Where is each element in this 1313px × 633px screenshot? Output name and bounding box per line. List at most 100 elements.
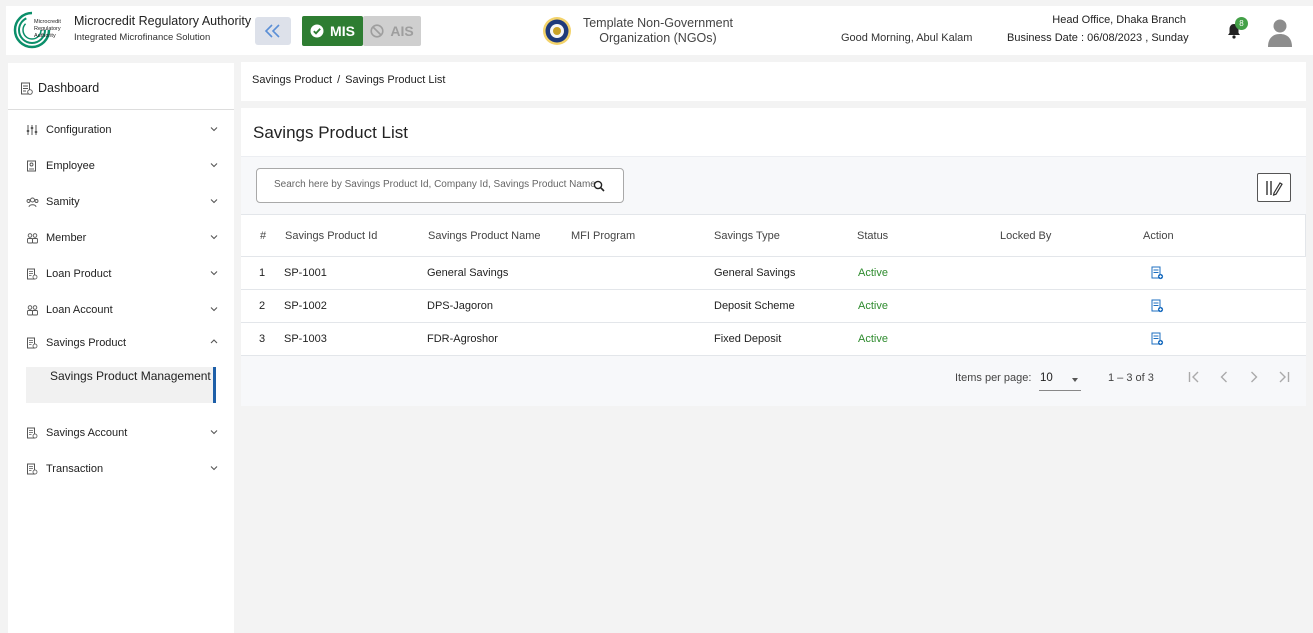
logo-text-line-1: Microcredit <box>34 19 61 25</box>
savings-product-list-card: Savings Product List # Savings Product I… <box>241 108 1306 406</box>
cell-status: Active <box>858 333 888 345</box>
sidebar-item-label: Loan Product <box>46 268 112 280</box>
chevron-down-icon <box>210 199 218 204</box>
chevron-down-icon <box>210 235 218 240</box>
sidebar-item-member[interactable]: Member <box>25 228 219 248</box>
ais-toggle-button[interactable]: AIS <box>363 16 421 46</box>
sidebar-item-label: Configuration <box>46 124 112 136</box>
search-icon[interactable] <box>593 180 605 192</box>
cell-name: DPS-Jagoron <box>427 300 494 312</box>
cell-type: General Savings <box>714 267 796 279</box>
breadcrumb-parent-link[interactable]: Savings Product <box>252 74 332 86</box>
table-row[interactable]: 2 SP-1002 DPS-Jagoron Deposit Scheme Act… <box>241 290 1306 323</box>
caret-down-icon <box>1072 378 1078 382</box>
breadcrumb: Savings Product / Savings Product List <box>252 74 445 86</box>
sidebar-item-samity[interactable]: Samity <box>25 192 219 212</box>
cell-no: 1 <box>259 267 266 279</box>
edit-document-icon[interactable] <box>1151 266 1164 280</box>
next-page-icon[interactable] <box>1246 369 1262 385</box>
chevron-up-icon <box>210 339 218 344</box>
business-date: Business Date : 06/08/2023 , Sunday <box>1007 32 1189 44</box>
document-icon <box>25 462 39 476</box>
column-header-type[interactable]: Savings Type <box>714 230 780 242</box>
collapse-sidebar-button[interactable] <box>255 17 291 45</box>
column-header-status[interactable]: Status <box>857 230 888 242</box>
cell-id: SP-1002 <box>284 300 327 312</box>
column-edit-icon <box>1266 180 1283 196</box>
column-header-locked-by[interactable]: Locked By <box>1000 230 1051 242</box>
org-name: Template Non-Government Organization (NG… <box>578 16 738 46</box>
sidebar-item-loan-product[interactable]: Loan Product <box>25 264 219 284</box>
column-header-program[interactable]: MFI Program <box>571 230 635 242</box>
sidebar-item-label: Transaction <box>46 463 104 475</box>
sidebar-item-label: Savings Product <box>46 337 127 349</box>
sidebar-divider <box>8 109 234 110</box>
check-circle-icon <box>310 24 324 38</box>
sidebar-item-label: Savings Account <box>46 427 128 439</box>
first-page-icon[interactable] <box>1186 369 1202 385</box>
search-input[interactable] <box>274 179 604 190</box>
list-body: # Savings Product Id Savings Product Nam… <box>241 157 1306 406</box>
items-per-page-value: 10 <box>1040 372 1053 384</box>
cell-type: Fixed Deposit <box>714 333 782 345</box>
document-icon <box>25 267 39 281</box>
chevron-down-icon <box>210 307 218 312</box>
sidebar-item-savings-product[interactable]: Savings Product <box>25 333 219 353</box>
column-settings-button[interactable] <box>1257 173 1291 202</box>
paginator: Items per page: 10 1 – 3 of 3 <box>241 355 1306 403</box>
items-per-page-select[interactable]: 10 <box>1039 369 1081 391</box>
previous-page-icon[interactable] <box>1216 369 1232 385</box>
id-card-icon <box>25 159 39 173</box>
page-title: Savings Product List <box>253 123 408 142</box>
block-icon <box>370 24 384 38</box>
sidebar-item-employee[interactable]: Employee <box>25 156 219 176</box>
brand-title: Microcredit Regulatory Authority <box>74 14 252 28</box>
sidebar-item-transaction[interactable]: Transaction <box>25 459 219 479</box>
sidebar-item-savings-account[interactable]: Savings Account <box>25 423 219 443</box>
logo-text: Microcredit Regulatory Authority <box>34 19 61 40</box>
sidebar-item-configuration[interactable]: Configuration <box>25 120 219 140</box>
edit-document-icon[interactable] <box>1151 299 1164 313</box>
sidebar-item-label: Dashboard <box>38 81 100 95</box>
sidebar-item-label: Member <box>46 232 87 244</box>
document-icon <box>25 336 39 350</box>
logo-text-line-3: Authority <box>34 33 56 39</box>
ais-label: AIS <box>390 23 414 39</box>
table-header: # Savings Product Id Savings Product Nam… <box>241 214 1306 257</box>
search-box <box>256 168 624 203</box>
sidebar-item-loan-account[interactable]: Loan Account <box>25 300 219 320</box>
cell-type: Deposit Scheme <box>714 300 795 312</box>
sliders-icon <box>25 123 39 137</box>
column-header-name[interactable]: Savings Product Name <box>428 230 541 242</box>
cell-name: FDR-Agroshor <box>427 333 498 345</box>
mis-label: MIS <box>330 23 355 39</box>
sidebar-item-label: Loan Account <box>46 304 113 316</box>
org-name-line-2: Organization (NGOs) <box>599 31 717 45</box>
mis-toggle-button[interactable]: MIS <box>302 16 363 46</box>
savings-product-table: # Savings Product Id Savings Product Nam… <box>241 214 1306 356</box>
user-avatar-icon[interactable] <box>1264 16 1296 48</box>
breadcrumb-current: Savings Product List <box>345 74 446 86</box>
edit-document-icon[interactable] <box>1151 332 1164 346</box>
sidebar-item-label: Employee <box>46 160 95 172</box>
branch-name: Head Office, Dhaka Branch <box>1052 14 1186 26</box>
column-header-id[interactable]: Savings Product Id <box>285 230 377 242</box>
column-header-no: # <box>260 230 267 242</box>
last-page-icon[interactable] <box>1276 369 1292 385</box>
org-name-line-1: Template Non-Government <box>582 16 734 30</box>
members-icon <box>25 231 39 245</box>
items-per-page-label: Items per page: <box>955 372 1032 384</box>
org-seal-icon <box>543 17 571 45</box>
chevron-down-icon <box>210 163 218 168</box>
sidebar: Dashboard Configuration Employee Samity … <box>8 63 234 633</box>
table-row[interactable]: 1 SP-1001 General Savings General Saving… <box>241 257 1306 290</box>
page-range-label: 1 – 3 of 3 <box>1108 372 1154 384</box>
table-row[interactable]: 3 SP-1003 FDR-Agroshor Fixed Deposit Act… <box>241 323 1306 356</box>
sidebar-item-label: Samity <box>46 196 80 208</box>
breadcrumb-separator: / <box>337 74 341 86</box>
document-icon <box>25 426 39 440</box>
sidebar-subitem-savings-product-management[interactable]: Savings Product Management <box>26 367 216 403</box>
document-icon <box>21 82 33 95</box>
greeting-text: Good Morning, Abul Kalam <box>841 32 973 44</box>
sidebar-item-dashboard[interactable]: Dashboard <box>20 81 99 95</box>
